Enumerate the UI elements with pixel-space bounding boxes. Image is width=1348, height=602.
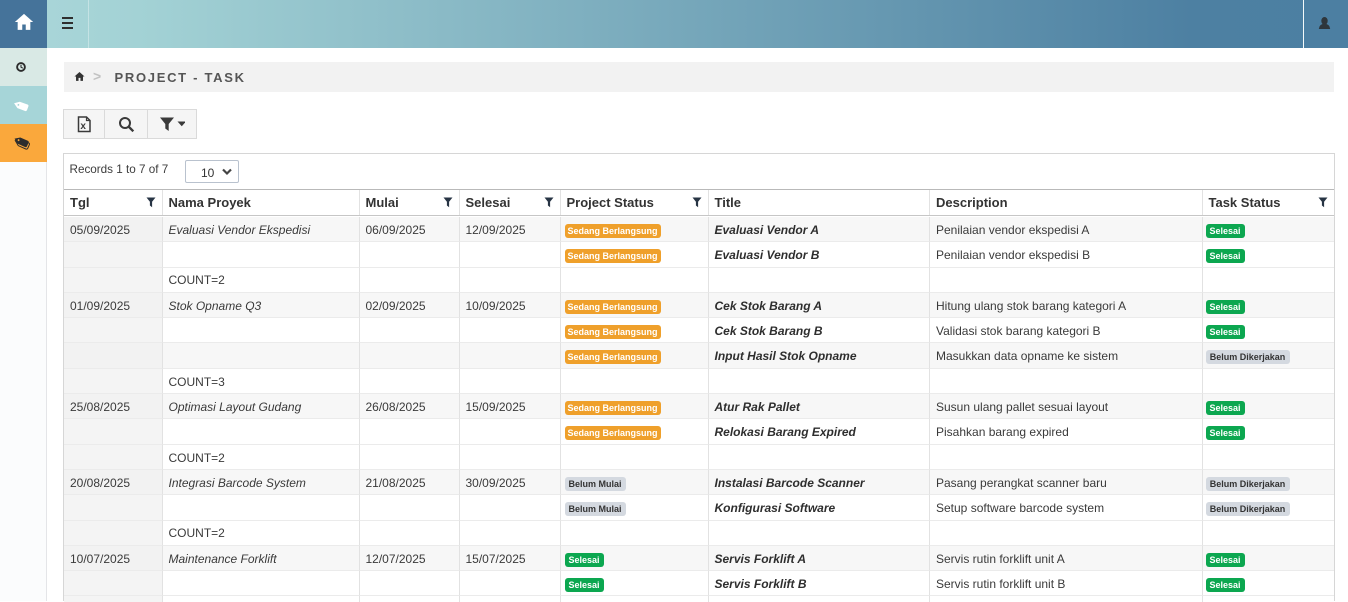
svg-text:x: x	[80, 121, 86, 132]
